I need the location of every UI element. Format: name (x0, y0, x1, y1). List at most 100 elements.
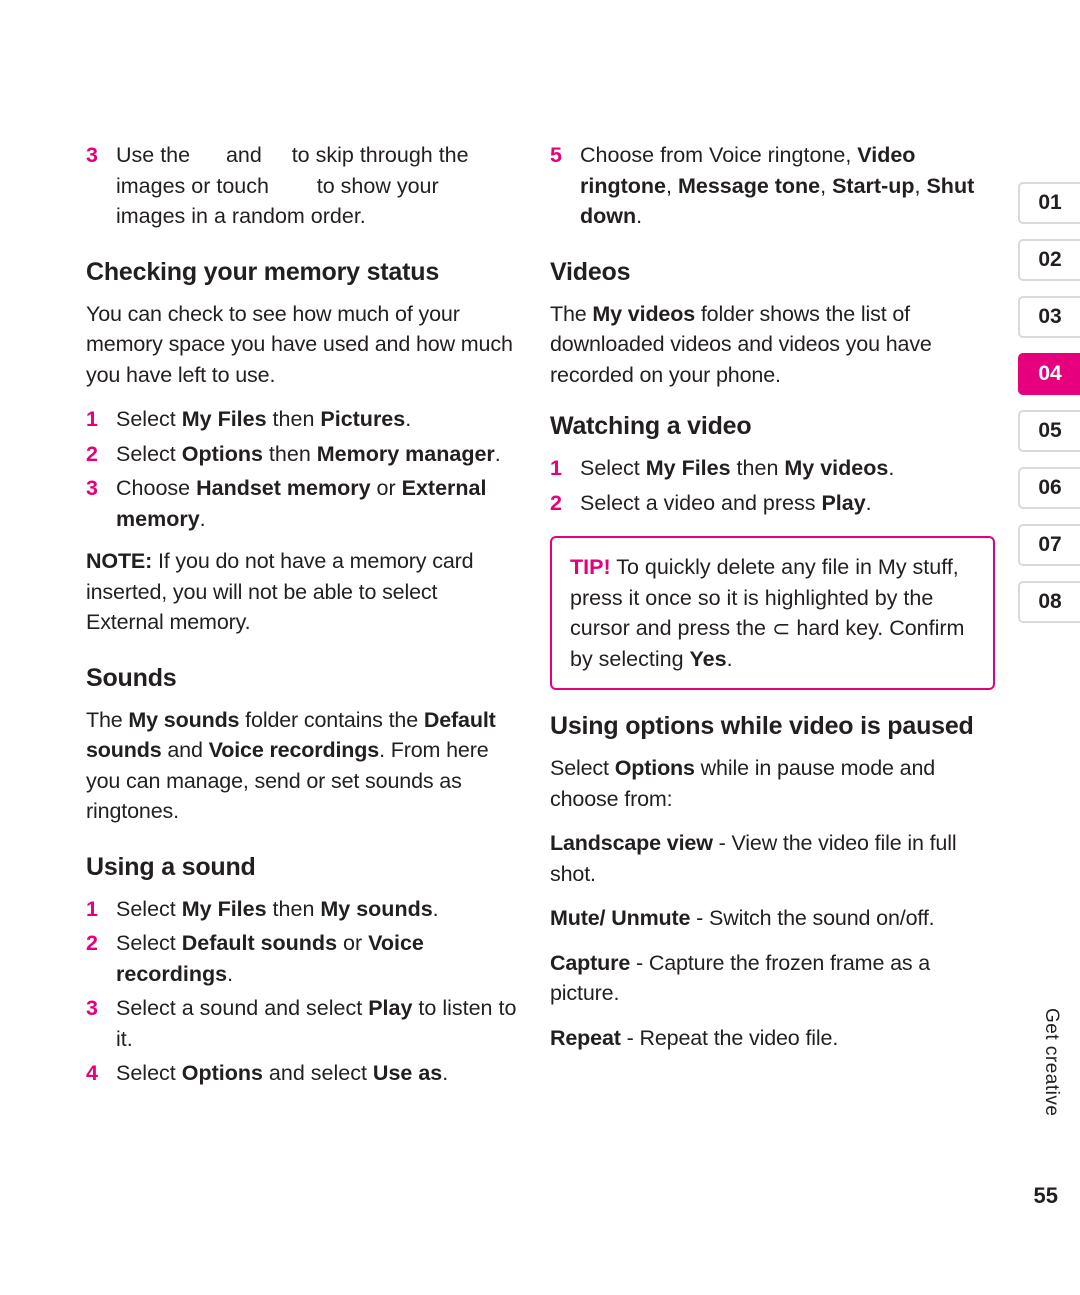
step-bold-term: Start-up (832, 173, 915, 198)
option-term: Repeat (550, 1025, 621, 1050)
step-text-part: . (442, 1061, 449, 1086)
step-item: 1 Select My Files then My sounds. (86, 894, 518, 925)
step-item: 5 Choose from Voice ringtone, Video ring… (550, 140, 995, 232)
heading-watching-a-video: Watching a video (550, 412, 752, 441)
step-bold-term: Default sounds (181, 931, 338, 956)
tip-text: . (726, 646, 733, 671)
step-text-part: Select (116, 1061, 182, 1086)
para-part: folder contains the (239, 707, 424, 732)
step-3-continued: 3 Use the and to skip through the images … (86, 140, 518, 232)
step-text-part: to skip through the (291, 143, 469, 167)
step-text: Select My Files then My sounds. (116, 897, 439, 921)
step-bold-term: Message tone (677, 173, 821, 198)
option-term: Capture (550, 950, 631, 975)
options-intro-paragraph: Select Options while in pause mode and c… (550, 753, 995, 814)
step-number: 2 (86, 441, 98, 466)
step-number: 3 (86, 476, 98, 501)
chapter-tab-strip: 01 02 03 04 05 06 07 08 (1018, 182, 1080, 638)
step-text-part: then (262, 441, 317, 466)
para-bold-term: Options (614, 756, 695, 781)
step-text-part: and select (262, 1061, 373, 1086)
chapter-tab-04[interactable]: 04 (1018, 353, 1080, 395)
chapter-tab-05[interactable]: 05 (1018, 410, 1080, 452)
chapter-tab-03[interactable]: 03 (1018, 296, 1080, 338)
tip-bold-term: Yes (689, 646, 727, 671)
step-item: 3 Choose Handset memory or External memo… (86, 473, 518, 534)
step-text-part: or (337, 931, 369, 956)
step-number: 1 (550, 456, 562, 481)
tip-label: TIP! (570, 555, 611, 580)
step-text-part: Select (580, 456, 646, 481)
para-bold-term: My videos (592, 301, 696, 326)
step-text-part: then (266, 896, 321, 921)
step-text-part: . (888, 456, 895, 481)
step-text: Select Options then Memory manager. (116, 442, 501, 466)
heading-checking-memory: Checking your memory status (86, 257, 440, 286)
step-bold-term: Memory manager (316, 441, 495, 466)
step-text-part: Choose (116, 476, 197, 501)
step-text-part: Select a sound and select (116, 996, 369, 1021)
step-text-part: Select (116, 441, 182, 466)
step-bold-term: My Files (645, 456, 731, 481)
step-text-part: , (666, 173, 678, 198)
step-text: Select Default sounds or Voice recording… (116, 931, 424, 986)
step-text-part: . (865, 490, 872, 515)
para-part: and (161, 738, 209, 763)
step-bold-term: Play (368, 996, 413, 1021)
step-item: 4 Select Options and select Use as. (86, 1058, 518, 1089)
option-item: Capture - Capture the frozen frame as a … (550, 948, 995, 1009)
right-column: 5 Choose from Voice ringtone, Video ring… (550, 140, 995, 1067)
sounds-paragraph: The My sounds folder contains the Defaul… (86, 705, 518, 827)
step-text: Select Options and select Use as. (116, 1061, 448, 1085)
heading-using-options-video-paused: Using options while video is paused (550, 712, 974, 741)
step-text-part: to show your (316, 173, 439, 198)
step-text-part: or (370, 476, 402, 501)
option-item: Repeat - Repeat the video file. (550, 1023, 995, 1054)
step-text-part: . (405, 407, 412, 432)
para-part: The (86, 707, 129, 732)
step-text: Choose from Voice ringtone, Video ringto… (580, 143, 974, 228)
chapter-tab-01[interactable]: 01 (1018, 182, 1080, 224)
option-item: Landscape view - View the video file in … (550, 828, 995, 889)
step-text-part: and (225, 143, 262, 167)
step-number: 3 (86, 996, 98, 1021)
step-text-part: then (266, 407, 321, 432)
chapter-tab-02[interactable]: 02 (1018, 239, 1080, 281)
chapter-tab-08[interactable]: 08 (1018, 581, 1080, 623)
step-bold-term: Pictures (320, 407, 406, 432)
note-label: NOTE: (86, 549, 153, 574)
step-item: 2 Select Options then Memory manager. (86, 439, 518, 470)
chapter-tab-07[interactable]: 07 (1018, 524, 1080, 566)
option-term: Mute/ Unmute (550, 906, 691, 931)
step-text-part: , (820, 173, 833, 198)
chapter-tab-06[interactable]: 06 (1018, 467, 1080, 509)
step-number: 1 (86, 896, 98, 921)
step-text: Use the and to skip through the images or… (116, 143, 469, 228)
memory-note: NOTE: If you do not have a memory card i… (86, 546, 518, 638)
step-text-part: , (914, 173, 927, 198)
step-text-part: . (227, 961, 234, 986)
para-bold-term: My sounds (128, 707, 240, 732)
step-number: 5 (550, 143, 562, 167)
step-text-part: . (199, 506, 206, 531)
step-text: Select a video and press Play. (580, 491, 872, 515)
left-column: 3 Use the and to skip through the images … (86, 140, 518, 1101)
step-number: 2 (86, 931, 98, 956)
step-item: 3 Use the and to skip through the images … (86, 140, 518, 232)
step-item: 3 Select a sound and select Play to list… (86, 993, 518, 1054)
para-part: Select (550, 756, 615, 781)
step-text-part: Select (116, 896, 182, 921)
option-desc: - Repeat the video file. (620, 1025, 839, 1050)
heading-videos: Videos (550, 257, 631, 286)
step-bold-term: My sounds (320, 896, 433, 921)
step-text-part: Select (116, 407, 182, 432)
section-side-label: Get creative (1041, 1008, 1062, 1117)
step-item: 1 Select My Files then Pictures. (86, 404, 518, 435)
step-bold-term: Options (181, 1061, 263, 1086)
step-item: 2 Select Default sounds or Voice recordi… (86, 928, 518, 989)
option-desc: - Switch the sound on/off. (690, 906, 935, 931)
step-bold-term: My Files (181, 896, 267, 921)
step-text-part: Select a video and press (580, 490, 822, 515)
step-text-part: Use the (116, 143, 191, 167)
step-text-part: images in a random order. (116, 204, 366, 229)
